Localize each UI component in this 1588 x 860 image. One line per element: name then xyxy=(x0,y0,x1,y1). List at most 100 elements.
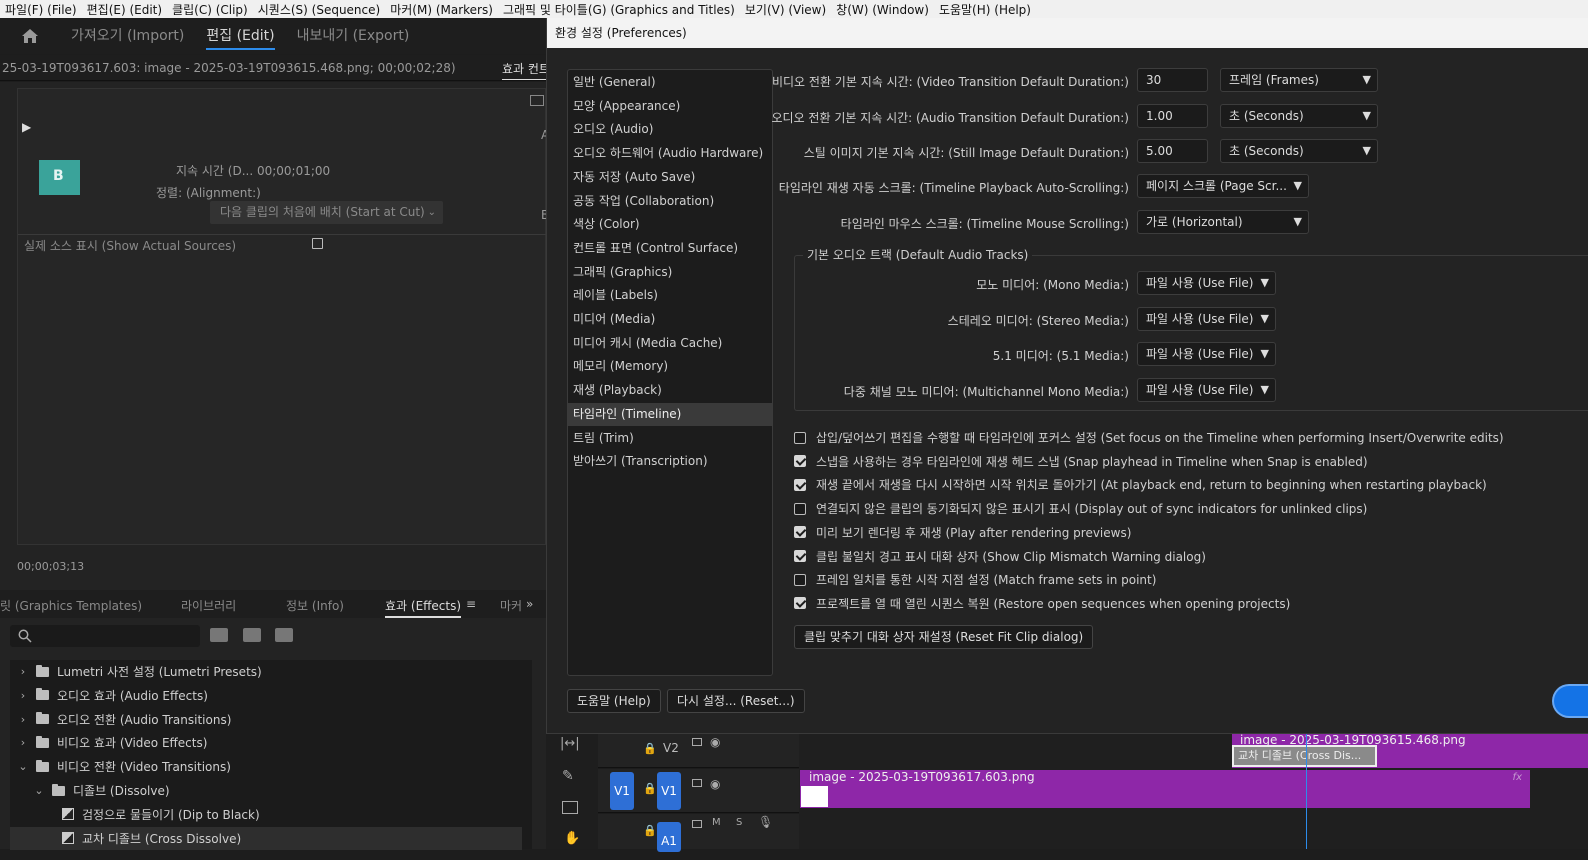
microphone-icon[interactable]: 🎙 xyxy=(758,815,773,829)
effects-tree-item[interactable]: 검정으로 물들이기 (Dip to Black) xyxy=(10,803,522,826)
category-item[interactable]: 재생 (Playback) xyxy=(568,379,772,402)
category-item[interactable]: 오디오 하드웨어 (Audio Hardware) xyxy=(568,142,772,165)
transition-cross-dissolve[interactable]: 교차 디졸브 (Cross Dis... xyxy=(1232,745,1377,767)
effects-search-input[interactable] xyxy=(10,625,200,647)
effects-tree-item[interactable]: ⌄ 비디오 전환 (Video Transitions) xyxy=(10,755,522,778)
tab-effects[interactable]: 효과 (Effects) xyxy=(385,597,462,618)
effects-tree-item[interactable]: › 비디오 효과 (Video Effects) xyxy=(10,731,522,754)
category-item[interactable]: 그래픽 (Graphics) xyxy=(568,261,772,284)
clip-v1[interactable]: image - 2025-03-19T093617.603.png fx xyxy=(800,770,1530,808)
timeline-option-checkbox[interactable]: 재생 끝에서 재생을 다시 시작하면 시작 위치로 돌아가기 (At playb… xyxy=(794,476,1487,493)
category-item[interactable]: 컨트롤 표면 (Control Surface) xyxy=(568,237,772,260)
effects-tree-item[interactable]: › 오디오 효과 (Audio Effects) xyxy=(10,684,522,707)
menu-graphics[interactable]: 그래픽 및 타이틀(G) (Graphics and Titles) xyxy=(498,1,740,18)
still-image-unit-select[interactable]: 초 (Seconds) ▼ xyxy=(1220,139,1378,163)
tab-menu-icon[interactable]: ≡ xyxy=(466,597,476,611)
timeline-option-checkbox[interactable]: 프로젝트를 열 때 열린 시퀀스 복원 (Restore open sequen… xyxy=(794,595,1290,612)
five-one-media-select[interactable]: 파일 사용 (Use File) ▼ xyxy=(1137,342,1276,366)
playhead-line[interactable] xyxy=(1306,734,1307,849)
timeline-option-checkbox[interactable]: 미리 보기 렌더링 후 재생 (Play after rendering pre… xyxy=(794,524,1131,541)
slip-tool-icon[interactable]: |↔| xyxy=(560,736,580,751)
sync-lock-icon[interactable] xyxy=(692,779,702,787)
panel-layout-icon[interactable] xyxy=(530,95,544,106)
lock-icon[interactable]: 🔒 xyxy=(643,742,657,755)
playhead-timecode[interactable]: 00;00;03;13 xyxy=(17,560,84,573)
tab-info[interactable]: 정보 (Info) xyxy=(286,597,344,614)
checkbox[interactable] xyxy=(794,550,806,562)
track-target-v1[interactable]: V1 xyxy=(657,772,681,810)
tab-export[interactable]: 내보내기 (Export) xyxy=(286,18,421,54)
checkbox[interactable] xyxy=(794,597,806,610)
category-item[interactable]: 미디어 캐시 (Media Cache) xyxy=(568,332,772,355)
accelerated-effects-icon[interactable] xyxy=(210,628,228,642)
menu-sequence[interactable]: 시퀀스(S) (Sequence) xyxy=(253,1,385,18)
ok-button[interactable] xyxy=(1552,684,1588,718)
solo-button[interactable]: S xyxy=(736,817,742,828)
still-image-duration-input[interactable]: 5.00 xyxy=(1137,139,1208,163)
hand-tool-icon[interactable]: ✋ xyxy=(564,831,580,846)
audio-transition-unit-select[interactable]: 초 (Seconds) ▼ xyxy=(1220,104,1378,128)
chevron-double-right-icon[interactable]: » xyxy=(526,597,533,611)
menu-view[interactable]: 보기(V) (View) xyxy=(740,1,831,18)
tab-libraries[interactable]: 라이브러리 xyxy=(181,597,236,614)
lock-icon[interactable]: 🔒 xyxy=(643,782,657,795)
track-target-a1[interactable]: A1 xyxy=(657,822,681,852)
category-item[interactable]: 트림 (Trim) xyxy=(568,427,772,450)
chevron-right-icon[interactable]: › xyxy=(16,665,30,678)
timeline-option-checkbox[interactable]: 삽입/덮어쓰기 편집을 수행할 때 타임라인에 포커스 설정 (Set focu… xyxy=(794,429,1504,446)
pen-tool-icon[interactable]: ✎ xyxy=(562,768,574,784)
mono-media-select[interactable]: 파일 사용 (Use File) ▼ xyxy=(1137,271,1276,295)
menu-help[interactable]: 도움말(H) (Help) xyxy=(934,1,1036,18)
checkbox[interactable] xyxy=(794,573,806,586)
alignment-dropdown[interactable]: 다음 클립의 처음에 배치 (Start at Cut) ⌄ xyxy=(210,201,443,224)
mouse-scroll-select[interactable]: 가로 (Horizontal) ▼ xyxy=(1137,210,1309,234)
menu-file[interactable]: 파일(F) (File) xyxy=(0,1,82,18)
category-item[interactable]: 색상 (Color) xyxy=(568,213,772,236)
eye-icon[interactable]: ◉ xyxy=(710,735,720,749)
checkbox[interactable] xyxy=(794,478,806,491)
checkbox[interactable] xyxy=(794,526,806,539)
stereo-media-select[interactable]: 파일 사용 (Use File) ▼ xyxy=(1137,307,1276,331)
video-transition-duration-input[interactable]: 30 xyxy=(1137,68,1208,92)
chevron-down-icon[interactable]: ⌄ xyxy=(16,760,30,773)
reset-button[interactable]: 다시 설정... (Reset...) xyxy=(667,689,805,713)
category-item[interactable]: 공동 작업 (Collaboration) xyxy=(568,190,772,213)
home-icon[interactable] xyxy=(0,28,60,44)
tab-import[interactable]: 가져오기 (Import) xyxy=(60,18,195,54)
audio-transition-duration-input[interactable]: 1.00 xyxy=(1137,104,1208,128)
menu-clip[interactable]: 클립(C) (Clip) xyxy=(167,1,253,18)
video-transition-unit-select[interactable]: 프레임 (Frames) ▼ xyxy=(1220,68,1378,92)
source-patch-v1[interactable]: V1 xyxy=(610,772,634,810)
multichannel-mono-select[interactable]: 파일 사용 (Use File) ▼ xyxy=(1137,378,1276,402)
effects-tree-item[interactable]: › Lumetri 사전 설정 (Lumetri Presets) xyxy=(10,660,522,683)
checkbox[interactable] xyxy=(794,455,806,468)
effects-tree-item[interactable]: › 오디오 전환 (Audio Transitions) xyxy=(10,708,522,731)
sync-lock-icon[interactable] xyxy=(692,738,702,746)
rectangle-tool-icon[interactable] xyxy=(562,801,578,814)
help-button[interactable]: 도움말 (Help) xyxy=(567,689,661,713)
playback-auto-scroll-select[interactable]: 페이지 스크롤 (Page Scr... ▼ xyxy=(1137,174,1309,198)
menu-markers[interactable]: 마커(M) (Markers) xyxy=(385,1,498,18)
checkbox[interactable] xyxy=(794,431,806,444)
tab-graphics-templates[interactable]: 릿 (Graphics Templates) xyxy=(0,597,142,614)
timeline-option-checkbox[interactable]: 프레임 일치를 통한 시작 지점 설정 (Match frame sets in… xyxy=(794,571,1156,588)
effects-tree-item[interactable]: 교차 디졸브 (Cross Dissolve) xyxy=(10,826,522,850)
category-item[interactable]: 오디오 (Audio) xyxy=(568,118,772,141)
reset-fit-clip-button[interactable]: 클립 맞추기 대화 상자 재설정 (Reset Fit Clip dialog) xyxy=(794,625,1094,649)
chevron-right-icon[interactable]: › xyxy=(16,713,30,726)
menu-edit[interactable]: 편집(E) (Edit) xyxy=(82,1,167,18)
effects-tree-item[interactable]: ⌄ 디졸브 (Dissolve) xyxy=(10,779,522,802)
category-item[interactable]: 모양 (Appearance) xyxy=(568,95,772,118)
mute-button[interactable]: M xyxy=(712,817,721,828)
eye-icon[interactable]: ◉ xyxy=(710,777,720,791)
category-item[interactable]: 일반 (General) xyxy=(568,71,772,94)
timeline-option-checkbox[interactable]: 클립 불일치 경고 표시 대화 상자 (Show Clip Mismatch W… xyxy=(794,548,1206,565)
chevron-right-icon[interactable]: › xyxy=(16,736,30,749)
lock-icon[interactable]: 🔒 xyxy=(643,824,657,837)
category-item[interactable]: 메모리 (Memory) xyxy=(568,355,772,378)
32bit-effects-icon[interactable] xyxy=(243,628,261,642)
tab-effect-controls[interactable]: 효과 컨트 xyxy=(502,60,546,80)
tab-edit[interactable]: 편집 (Edit) xyxy=(195,18,285,54)
timeline-option-checkbox[interactable]: 스냅을 사용하는 경우 타임라인에 재생 헤드 스냅 (Snap playhea… xyxy=(794,453,1368,470)
checkbox[interactable] xyxy=(794,502,806,515)
